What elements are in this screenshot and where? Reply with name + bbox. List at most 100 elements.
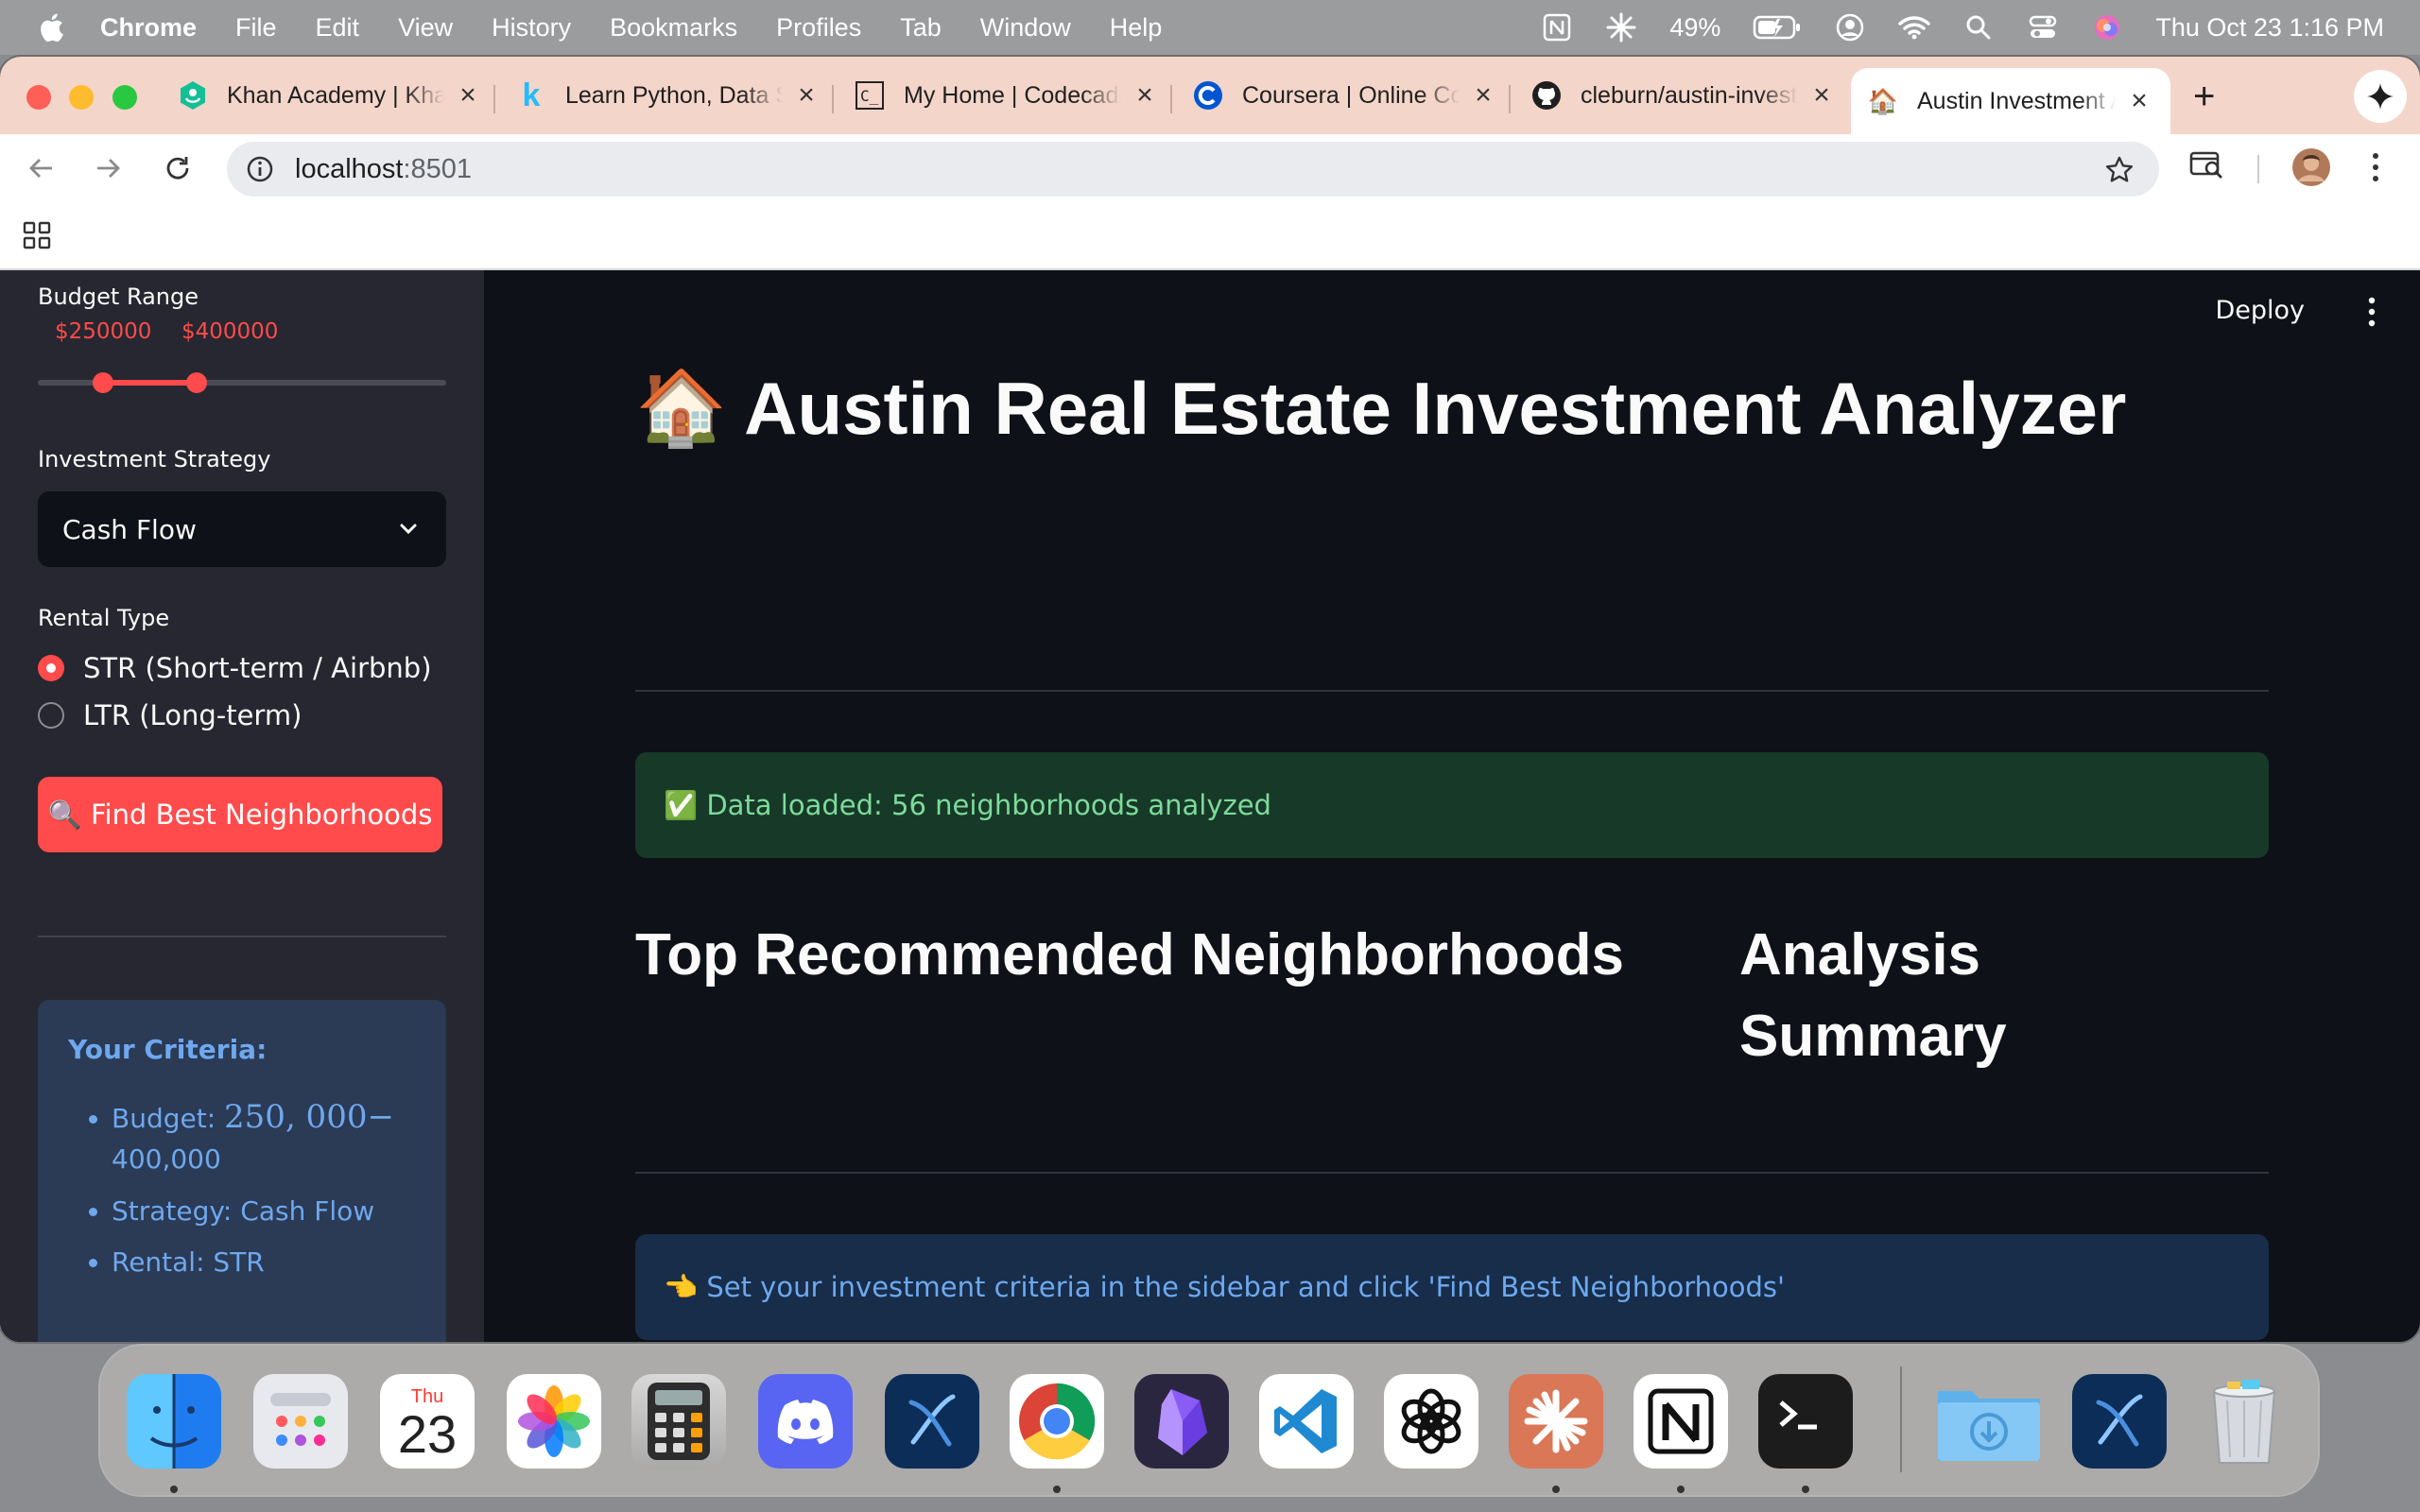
tab-close-icon[interactable]: ×	[1807, 79, 1836, 112]
dock-chatgpt-icon[interactable]	[1384, 1374, 1478, 1469]
investment-strategy-select[interactable]: Cash Flow	[38, 491, 446, 567]
dock-vscode-icon[interactable]	[1259, 1374, 1354, 1469]
new-tab-button[interactable]: +	[2193, 76, 2215, 118]
deploy-button[interactable]: Deploy	[2209, 295, 2310, 326]
dock-finder-icon[interactable]	[127, 1374, 221, 1469]
user-account-icon[interactable]	[1834, 11, 1866, 43]
section-heading-analysis-summary: Analysis Summary	[1739, 915, 2007, 1076]
tab-close-icon[interactable]: ×	[792, 79, 821, 112]
wifi-icon[interactable]	[1898, 11, 1931, 43]
notion-menubar-icon[interactable]	[1541, 11, 1573, 43]
tab-close-icon[interactable]: ×	[1469, 79, 1497, 112]
menu-tab[interactable]: Tab	[900, 13, 942, 43]
budget-max-value: $400000	[182, 319, 279, 344]
info-alert: 👈 Set your investment criteria in the si…	[635, 1234, 2269, 1340]
browser-toolbar: localhost:8501	[0, 134, 2420, 202]
menu-file[interactable]: File	[235, 13, 277, 43]
svg-text:C_: C_	[860, 87, 879, 105]
menu-app-name[interactable]: Chrome	[100, 13, 197, 43]
battery-percent: 49%	[1669, 12, 1721, 42]
site-info-icon[interactable]	[246, 155, 274, 183]
menu-profiles[interactable]: Profiles	[776, 13, 861, 43]
rental-option-ltr[interactable]: LTR (Long-term)	[38, 699, 302, 731]
github-icon	[1531, 80, 1562, 111]
criteria-list: Budget: 250, 000−400,000 Strategy: Cash …	[68, 1094, 433, 1296]
tab-close-icon[interactable]: ×	[1131, 79, 1159, 112]
dock-notion-icon[interactable]	[1634, 1374, 1728, 1469]
page-title-text: Austin Real Estate Investment Analyzer	[744, 366, 2127, 450]
find-best-neighborhoods-button[interactable]: 🔍 Find Best Neighborhoods	[38, 777, 442, 852]
menubar-datetime[interactable]: Thu Oct 23 1:16 PM	[2155, 13, 2384, 43]
dock-trash-icon[interactable]	[2197, 1374, 2291, 1469]
siri-icon[interactable]	[2091, 11, 2123, 43]
radio-selected-icon[interactable]	[38, 655, 64, 681]
tab-coursera[interactable]: Coursera | Online Courses ×	[1193, 68, 1497, 123]
profile-avatar[interactable]	[2291, 147, 2331, 187]
apple-icon[interactable]	[38, 12, 64, 43]
tab-austin-investment[interactable]: 🏠 Austin Investment Analyzer ×	[1851, 68, 2170, 134]
budget-slider-fill	[103, 380, 198, 386]
dock-terminal-icon[interactable]	[1758, 1374, 1853, 1469]
dock-chrome-icon[interactable]	[1010, 1374, 1104, 1469]
tab-khan-academy[interactable]: Khan Academy | Khan Academy ×	[178, 68, 482, 123]
dock-photos-icon[interactable]	[507, 1374, 601, 1469]
budget-slider-min-handle[interactable]	[93, 372, 114, 393]
radio-unselected-icon[interactable]	[38, 702, 64, 729]
more-vertical-icon[interactable]	[2367, 297, 2377, 327]
back-button[interactable]	[25, 151, 59, 185]
menu-bookmarks[interactable]: Bookmarks	[610, 13, 737, 43]
menu-view[interactable]: View	[398, 13, 453, 43]
dock-perplexity-icon[interactable]	[885, 1374, 979, 1469]
kaggle-k-icon: k	[522, 77, 541, 113]
info-alert-text: 👈 Set your investment criteria in the si…	[664, 1270, 1786, 1303]
dock-perplexity-alt-icon[interactable]	[2072, 1374, 2167, 1469]
gemini-button[interactable]	[2354, 70, 2407, 123]
coursera-icon	[1193, 80, 1223, 111]
codecademy-icon: C_	[855, 80, 885, 111]
budget-range-label: Budget Range	[38, 284, 199, 310]
rental-option-str[interactable]: STR (Short-term / Airbnb)	[38, 652, 432, 684]
dock-calculator-icon[interactable]	[631, 1374, 726, 1469]
tab-github[interactable]: cleburn/austin-investment ×	[1531, 68, 1836, 123]
success-alert: ✅ Data loaded: 56 neighborhoods analyzed	[635, 752, 2269, 858]
analysis-heading-line2: Summary	[1739, 1003, 2007, 1069]
bookmark-star-icon[interactable]	[2104, 155, 2135, 185]
menu-help[interactable]: Help	[1110, 13, 1163, 43]
window-minimize-button[interactable]	[69, 85, 94, 110]
menu-window[interactable]: Window	[980, 13, 1071, 43]
tab-close-icon[interactable]: ×	[454, 79, 482, 112]
chrome-menu-button[interactable]	[2371, 151, 2380, 183]
address-bar[interactable]: localhost:8501	[227, 142, 2159, 197]
dock-running-indicator	[1552, 1486, 1560, 1493]
dock-downloads-folder-icon[interactable]	[1934, 1374, 2044, 1469]
criteria-budget-prefix: Budget:	[112, 1103, 225, 1134]
battery-icon[interactable]	[1753, 11, 1802, 43]
dock-claude-icon[interactable]	[1509, 1374, 1603, 1469]
tab-close-icon[interactable]: ×	[2125, 85, 2153, 117]
window-zoom-button[interactable]	[112, 85, 137, 110]
apps-grid-icon[interactable]	[23, 221, 51, 249]
dock-separator	[1900, 1366, 1902, 1472]
forward-button[interactable]	[91, 151, 125, 185]
dock-calendar-icon[interactable]: Thu 23	[380, 1374, 475, 1469]
tab-title: Coursera | Online Courses	[1242, 81, 1460, 109]
tab-codecademy[interactable]: C_ My Home | Codecademy ×	[855, 68, 1159, 123]
reload-button[interactable]	[161, 151, 195, 185]
sparkle-menubar-icon[interactable]	[1605, 11, 1637, 43]
menu-history[interactable]: History	[492, 13, 571, 43]
dock-running-indicator	[1677, 1486, 1685, 1493]
menu-edit[interactable]: Edit	[316, 13, 360, 43]
dock-launchpad-icon[interactable]	[253, 1374, 348, 1469]
strategy-selected-value: Cash Flow	[62, 513, 197, 545]
criteria-budget-rest: 400,000	[112, 1143, 221, 1176]
budget-min-value: $250000	[55, 319, 152, 344]
sidebar: Budget Range $250000 $400000 Investment …	[0, 270, 484, 1342]
dock-discord-icon[interactable]	[758, 1374, 853, 1469]
search-icon[interactable]	[1962, 11, 1995, 43]
budget-slider-max-handle[interactable]	[186, 372, 208, 393]
tab-search-button[interactable]	[2189, 149, 2225, 181]
control-center-icon[interactable]	[2027, 11, 2059, 43]
tab-learn-python[interactable]: k Learn Python, Data Science ×	[516, 68, 821, 123]
dock-obsidian-icon[interactable]	[1134, 1374, 1229, 1469]
window-close-button[interactable]	[26, 85, 51, 110]
